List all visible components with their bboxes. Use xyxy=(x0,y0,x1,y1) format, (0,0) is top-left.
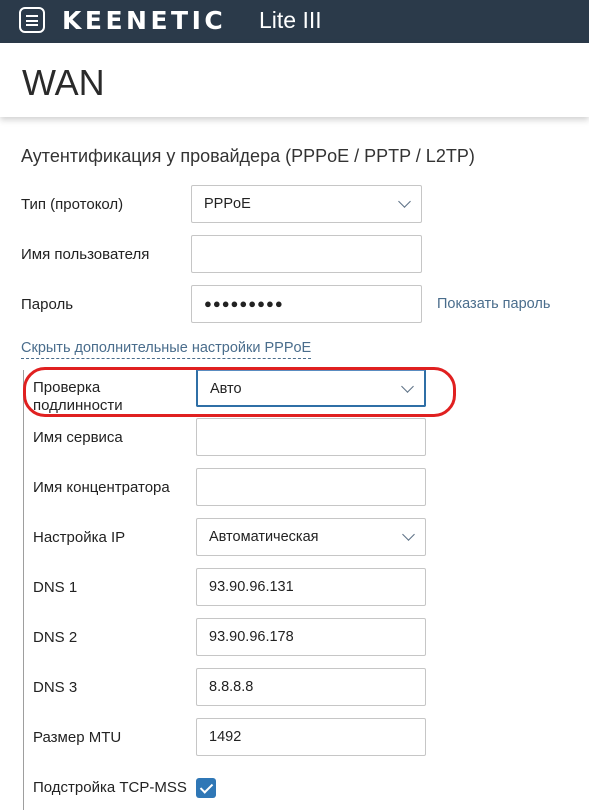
chevron-down-icon xyxy=(402,528,415,541)
highlight-annotation xyxy=(23,367,456,417)
mtu-input[interactable]: 1492 xyxy=(196,718,426,756)
mtu-value: 1492 xyxy=(209,729,242,745)
type-label: Тип (протокол) xyxy=(21,196,124,213)
dns3-input[interactable]: 8.8.8.8 xyxy=(196,668,426,706)
dns1-label: DNS 1 xyxy=(33,579,78,596)
show-password-link[interactable]: Показать пароль xyxy=(437,296,550,312)
service-label: Имя сервиса xyxy=(33,429,123,446)
brand-logo: KEENETIC xyxy=(62,6,227,35)
mtu-label: Размер MTU xyxy=(33,729,122,746)
dns2-value: 93.90.96.178 xyxy=(209,629,294,645)
password-value: ●●●●●●●●● xyxy=(204,296,284,311)
dns3-label: DNS 3 xyxy=(33,679,78,696)
group-indicator-line xyxy=(23,370,24,810)
type-select[interactable]: PPPoE xyxy=(191,185,422,223)
username-input[interactable] xyxy=(191,235,422,273)
section-title: Аутентификация у провайдера (PPPoE / PPT… xyxy=(21,146,475,166)
tcpmss-checkbox[interactable] xyxy=(196,778,216,798)
dns1-input[interactable]: 93.90.96.131 xyxy=(196,568,426,606)
concentrator-input[interactable] xyxy=(196,468,426,506)
dns3-value: 8.8.8.8 xyxy=(209,679,254,695)
password-input[interactable]: ●●●●●●●●● xyxy=(191,285,422,323)
dns2-input[interactable]: 93.90.96.178 xyxy=(196,618,426,656)
username-label: Имя пользователя xyxy=(21,246,150,263)
dns2-label: DNS 2 xyxy=(33,629,78,646)
top-bar: KEENETIC Lite III xyxy=(0,0,589,43)
page-title: WAN xyxy=(22,62,105,103)
model-name: Lite III xyxy=(259,7,322,33)
page-header: WAN xyxy=(0,43,589,117)
service-input[interactable] xyxy=(196,418,426,456)
concentrator-label: Имя концентратора xyxy=(33,479,170,496)
password-label: Пароль xyxy=(21,296,74,313)
menu-icon[interactable] xyxy=(19,7,45,33)
type-value: PPPoE xyxy=(204,196,251,212)
toggle-advanced-link[interactable]: Скрыть дополнительные настройки PPPoE xyxy=(21,340,312,359)
ip-select[interactable]: Автоматическая xyxy=(196,518,426,556)
ip-label: Настройка IP xyxy=(33,529,126,546)
dns1-value: 93.90.96.131 xyxy=(209,579,294,595)
chevron-down-icon xyxy=(398,195,411,208)
ip-value: Автоматическая xyxy=(209,529,319,545)
tcpmss-label: Подстройка TCP-MSS xyxy=(33,779,187,796)
